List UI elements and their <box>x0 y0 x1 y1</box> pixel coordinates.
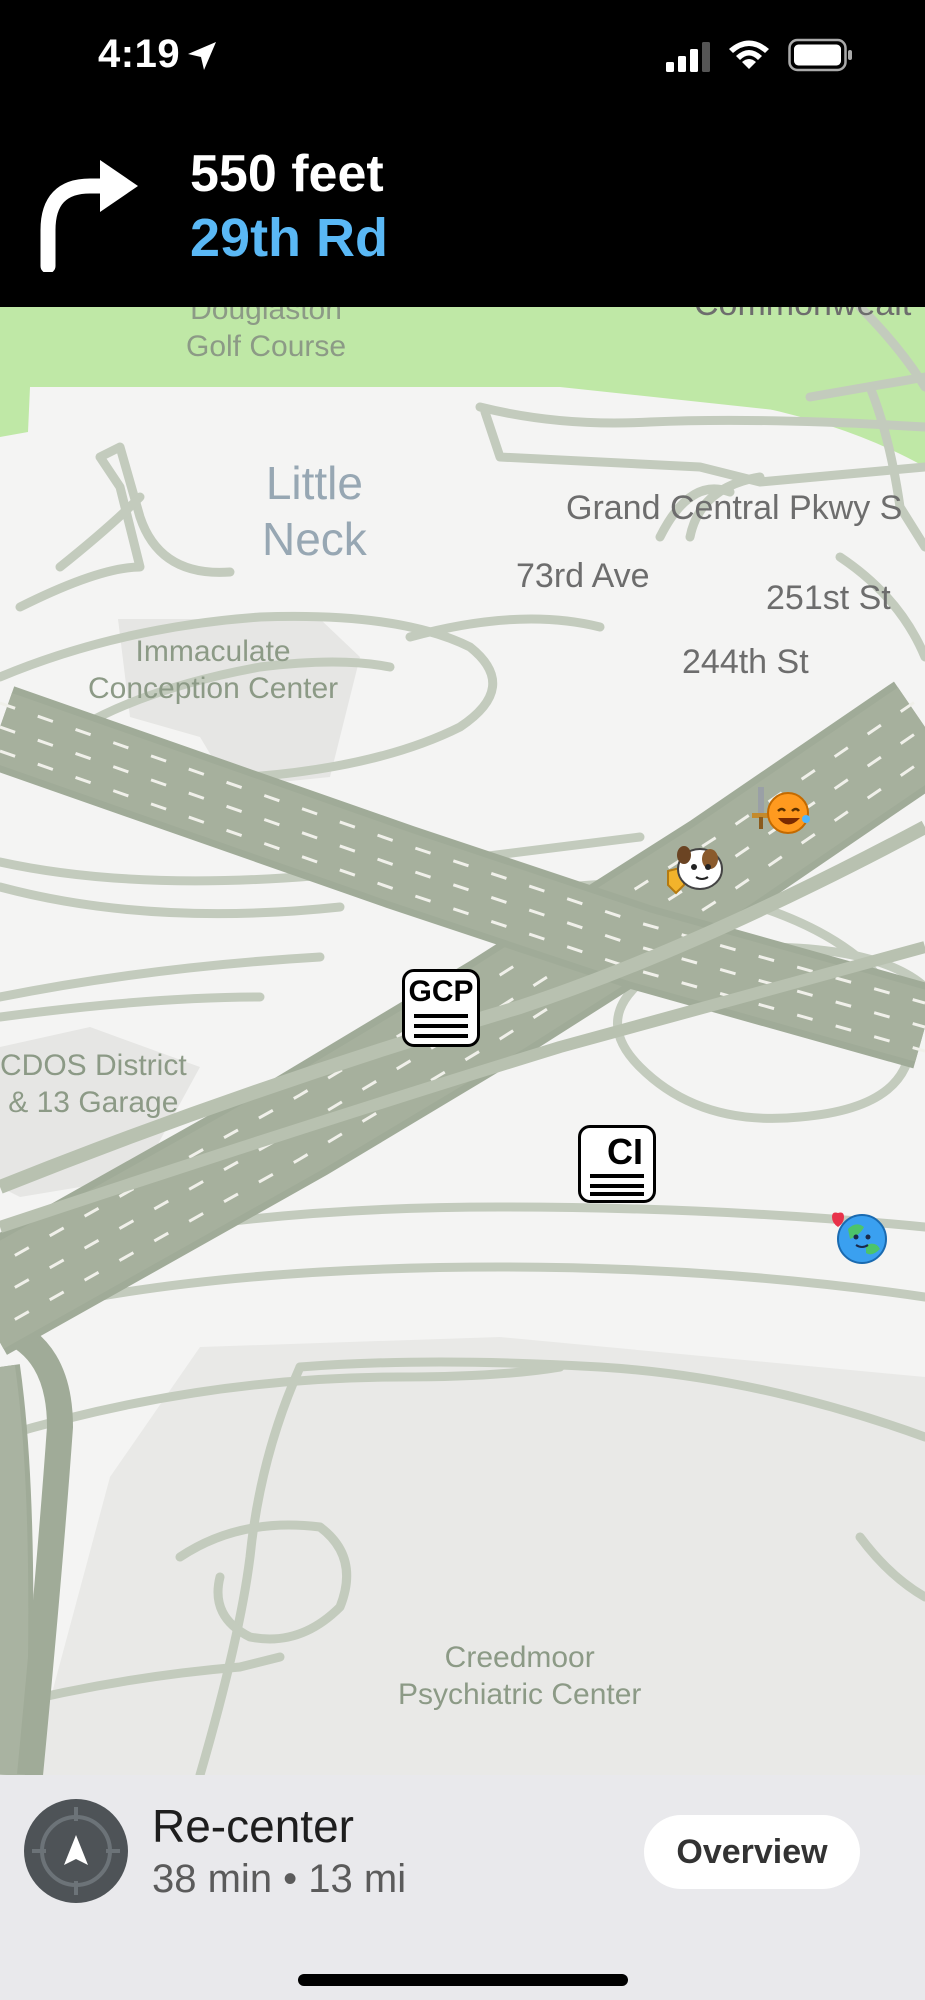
recenter-button[interactable] <box>24 1799 128 1903</box>
map-view[interactable]: Douglaston Golf Course Commonwealt Littl… <box>0 307 925 1775</box>
turn-right-arrow-icon <box>40 160 138 272</box>
ci-route-shield[interactable]: CI <box>578 1125 656 1203</box>
wifi-icon <box>729 40 769 69</box>
251st-st-label: 251st St <box>766 579 891 617</box>
commonwealth-label: Commonwealt <box>694 307 911 324</box>
maneuver-street-name: 29th Rd <box>190 208 389 268</box>
battery-icon <box>788 38 852 72</box>
maneuver-distance: 550 feet <box>190 145 384 203</box>
cellular-signal-icon <box>666 42 710 72</box>
grand-central-pkwy-label: Grand Central Pkwy S <box>566 489 903 527</box>
244th-st-label: 244th St <box>682 643 809 681</box>
home-indicator[interactable] <box>298 1974 628 1986</box>
gcp-route-shield[interactable]: GCP <box>402 969 480 1047</box>
creedmoor-label: Creedmoor Psychiatric Center <box>398 1641 642 1711</box>
golf-course-label: Douglaston Golf Course <box>186 307 347 363</box>
navigation-banner[interactable]: 550 feet 29th Rd <box>0 110 925 307</box>
location-arrow-icon <box>188 42 216 70</box>
status-bar: 4:19 <box>0 0 925 110</box>
neighborhood-label: Little Neck <box>262 457 367 565</box>
status-time: 4:19 <box>98 32 181 76</box>
puppy-wazer-icon[interactable] <box>660 837 728 901</box>
knight-wazer-icon[interactable] <box>748 781 816 845</box>
dcdos-garage-label: CDOS District & 13 Garage <box>0 1049 187 1119</box>
overview-button[interactable]: Overview <box>644 1815 860 1889</box>
trip-eta-distance: 38 min • 13 mi <box>152 1857 407 1901</box>
recenter-label[interactable]: Re-center <box>152 1799 354 1853</box>
immaculate-conception-label: Immaculate Conception Center <box>88 635 339 705</box>
bottom-trip-bar: Re-center 38 min • 13 mi Overview <box>0 1775 925 2000</box>
73rd-ave-label: 73rd Ave <box>516 557 650 595</box>
recenter-crosshair-icon <box>32 1807 120 1895</box>
earth-heart-wazer-icon[interactable] <box>826 1205 894 1269</box>
